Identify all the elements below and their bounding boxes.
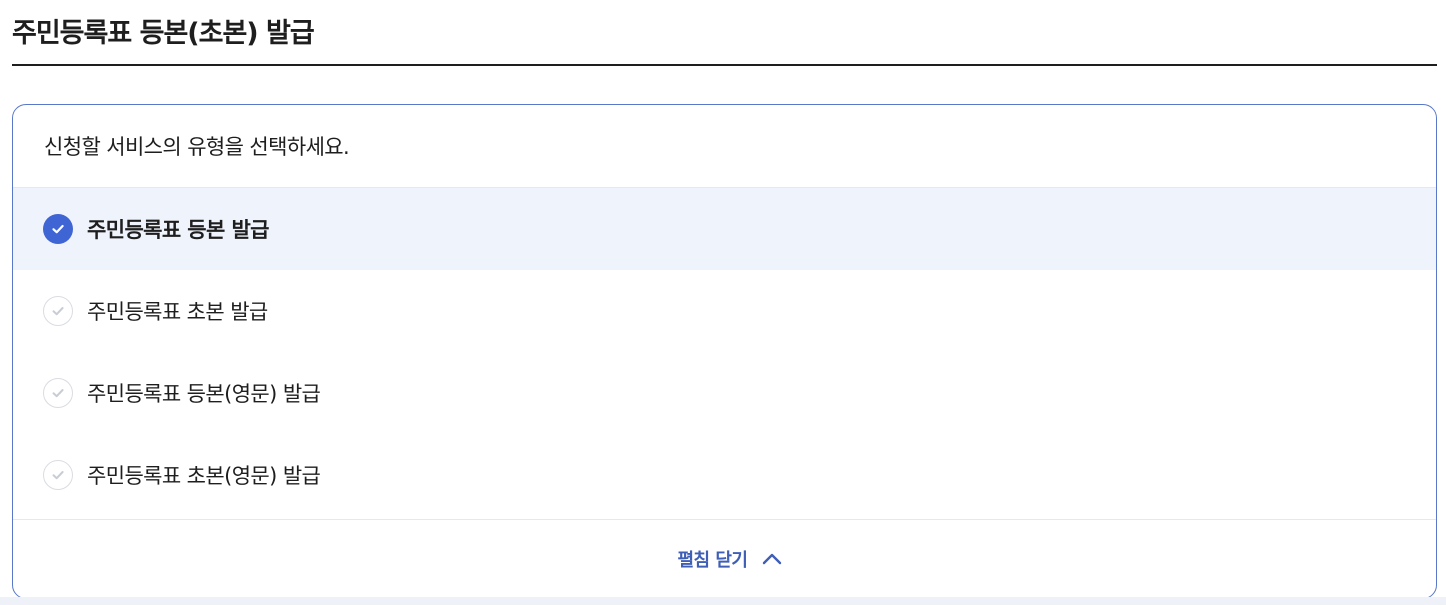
page-title: 주민등록표 등본(초본) 발급 <box>12 18 315 49</box>
check-circle-outline-icon <box>43 460 73 490</box>
service-type-panel: 신청할 서비스의 유형을 선택하세요. 주민등록표 등본 발급 주민등록표 초본… <box>12 104 1437 599</box>
collapse-button[interactable]: 펼침 닫기 <box>667 546 781 572</box>
chevron-up-icon <box>762 553 781 565</box>
title-divider <box>12 64 1437 66</box>
check-circle-outline-icon <box>43 378 73 408</box>
option-resident-register-copy-english[interactable]: 주민등록표 등본(영문) 발급 <box>13 352 1436 434</box>
option-label: 주민등록표 초본(영문) 발급 <box>87 464 321 488</box>
option-label: 주민등록표 초본 발급 <box>87 300 268 324</box>
option-resident-register-abstract-english[interactable]: 주민등록표 초본(영문) 발급 <box>13 434 1436 516</box>
service-option-list: 주민등록표 등본 발급 주민등록표 초본 발급 주민등록표 등본(영문) 발급 … <box>13 188 1436 516</box>
page-bottom-band <box>0 597 1446 605</box>
service-type-prompt: 신청할 서비스의 유형을 선택하세요. <box>13 105 1436 188</box>
panel-footer: 펼침 닫기 <box>13 519 1436 598</box>
option-label: 주민등록표 등본(영문) 발급 <box>87 382 321 406</box>
check-circle-filled-icon <box>43 214 73 244</box>
option-resident-register-copy[interactable]: 주민등록표 등본 발급 <box>13 188 1436 270</box>
option-label: 주민등록표 등본 발급 <box>87 218 270 242</box>
check-circle-outline-icon <box>43 296 73 326</box>
option-resident-register-abstract[interactable]: 주민등록표 초본 발급 <box>13 270 1436 352</box>
collapse-label: 펼침 닫기 <box>677 550 748 571</box>
